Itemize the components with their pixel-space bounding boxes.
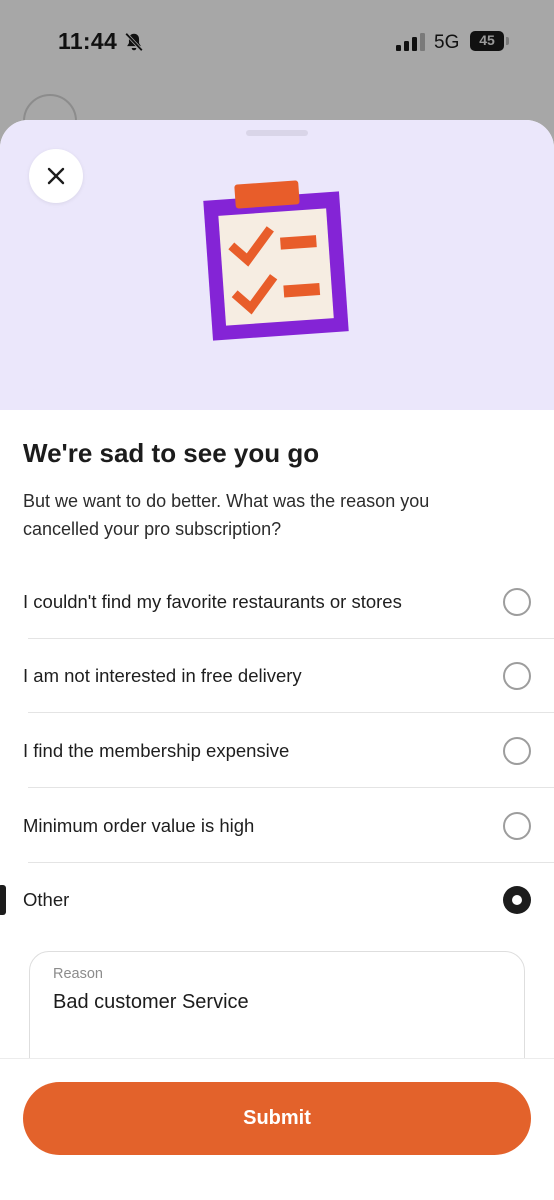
reason-option-expensive[interactable]: I find the membership expensive [0, 714, 554, 788]
hero-banner [0, 120, 554, 410]
signal-bars-icon [396, 33, 425, 51]
close-icon [47, 167, 65, 185]
page-subtitle: But we want to do better. What was the r… [23, 491, 430, 539]
divider [28, 712, 554, 713]
reason-option-restaurants[interactable]: I couldn't find my favorite restaurants … [0, 565, 554, 639]
hero-wave-edge [0, 382, 554, 396]
selected-indicator [0, 885, 6, 915]
status-bar: 11:44 5G 45 [0, 0, 554, 90]
cancellation-sheet: We're sad to see you go But we want to d… [0, 120, 554, 1200]
footer-bar: Submit [0, 1058, 554, 1200]
battery-level: 45 [479, 32, 495, 48]
network-label: 5G [434, 32, 460, 53]
reason-option-free-delivery[interactable]: I am not interested in free delivery [0, 639, 554, 713]
radio-button[interactable] [503, 588, 531, 616]
status-time: 11:44 [58, 28, 118, 54]
divider [28, 787, 554, 788]
option-label: Other [23, 889, 70, 910]
option-label: I find the membership expensive [23, 740, 290, 761]
submit-button[interactable]: Submit [23, 1082, 531, 1155]
radio-button-selected[interactable] [503, 886, 531, 914]
close-button[interactable] [29, 149, 83, 203]
battery-icon: 45 [470, 31, 510, 51]
reason-field-label: Reason [53, 966, 103, 982]
option-label: Minimum order value is high [23, 815, 255, 836]
page-title: We're sad to see you go [23, 438, 320, 468]
radio-button[interactable] [503, 662, 531, 690]
reason-field-value[interactable]: Bad customer Service [53, 991, 249, 1014]
reason-option-minimum-order[interactable]: Minimum order value is high [0, 789, 554, 863]
clipboard-checklist-icon [203, 180, 349, 341]
drag-handle[interactable] [246, 130, 308, 136]
reason-option-other[interactable]: Other [0, 863, 554, 937]
bell-slash-icon [125, 32, 143, 52]
radio-button[interactable] [503, 737, 531, 765]
option-label: I am not interested in free delivery [23, 665, 302, 686]
radio-button[interactable] [503, 812, 531, 840]
option-label: I couldn't find my favorite restaurants … [23, 591, 402, 612]
